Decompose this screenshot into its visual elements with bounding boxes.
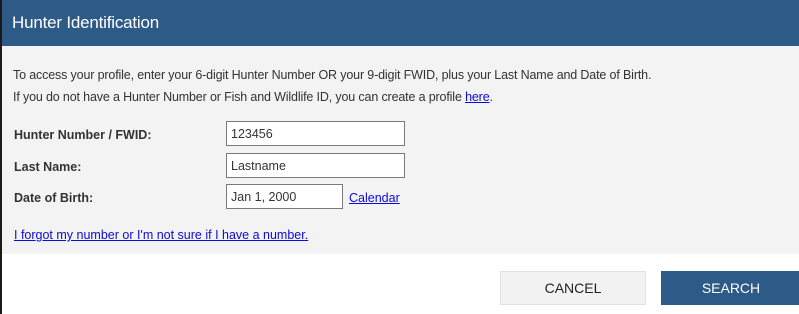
intro-line-2-text: If you do not have a Hunter Number or Fi… [13,90,466,104]
cancel-button[interactable]: CANCEL [500,271,646,305]
create-profile-link[interactable]: here [465,90,490,104]
hunter-number-input[interactable] [226,121,405,146]
dialog-title: Hunter Identification [12,13,159,32]
intro-line-1: To access your profile, enter your 6-dig… [13,68,652,82]
dob-label: Date of Birth: [14,191,94,205]
calendar-link[interactable]: Calendar [349,191,400,205]
intro-line-2-period: . [489,90,493,104]
hunter-number-label: Hunter Number / FWID: [14,128,152,142]
intro-text: To access your profile, enter your 6-dig… [13,64,793,108]
search-button[interactable]: SEARCH [661,271,799,305]
last-name-label: Last Name: [14,160,82,174]
intro-line-2: If you do not have a Hunter Number or Fi… [13,86,793,108]
dob-input[interactable] [226,184,343,209]
forgot-number-link[interactable]: I forgot my number or I'm not sure if I … [14,228,308,242]
form-panel: To access your profile, enter your 6-dig… [2,46,799,254]
hunter-identification-dialog: Hunter Identification To access your pro… [0,0,799,314]
last-name-input[interactable] [226,153,405,178]
dialog-header: Hunter Identification [2,0,799,46]
